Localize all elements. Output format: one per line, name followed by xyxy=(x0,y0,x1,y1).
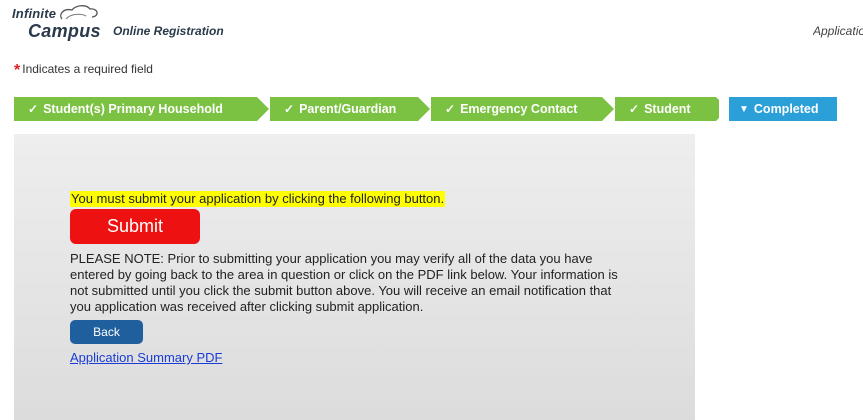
back-button[interactable]: Back xyxy=(70,320,143,344)
logo-text-bottom: Campus xyxy=(28,21,101,41)
please-note-text: PLEASE NOTE: Prior to submitting your ap… xyxy=(70,251,618,314)
header: Infinite Campus Online Registration Appl… xyxy=(0,0,863,48)
step-label: Completed xyxy=(753,102,819,116)
submit-button[interactable]: Submit xyxy=(70,209,200,244)
required-note-text: Indicates a required field xyxy=(22,62,153,76)
step-label: Parent/Guardian xyxy=(299,102,397,116)
triangle-down-icon: ▼ xyxy=(739,103,749,115)
logo-text-top: Infinite xyxy=(12,6,57,21)
application-summary-pdf-link[interactable]: Application Summary PDF xyxy=(70,350,222,365)
check-icon: ✓ xyxy=(629,102,640,116)
check-icon: ✓ xyxy=(28,102,39,116)
page-title: Online Registration xyxy=(113,24,224,38)
step-student-primary-household[interactable]: ✓ Student(s) Primary Household xyxy=(14,97,257,121)
step-arrow xyxy=(257,97,269,121)
submit-instruction: You must submit your application by clic… xyxy=(70,191,446,207)
check-icon: ✓ xyxy=(284,102,295,116)
step-completed[interactable]: ▼ Completed xyxy=(729,97,837,121)
step-label: Student(s) Primary Household xyxy=(43,102,223,116)
step-label: Emergency Contact xyxy=(460,102,578,116)
submit-panel: You must submit your application by clic… xyxy=(14,134,695,420)
step-parent-guardian[interactable]: ✓ Parent/Guardian xyxy=(270,97,418,121)
step-arrow xyxy=(418,97,430,121)
step-label: Student xyxy=(644,102,691,116)
logo-swoosh-icon xyxy=(60,5,98,20)
header-application-label: Application xyxy=(813,24,863,38)
step-arrow xyxy=(602,97,614,121)
check-icon: ✓ xyxy=(445,102,456,116)
step-emergency-contact[interactable]: ✓ Emergency Contact xyxy=(431,97,602,121)
progress-steps: ✓ Student(s) Primary Household ✓ Parent/… xyxy=(14,97,837,121)
required-field-note: * Indicates a required field xyxy=(14,62,153,80)
required-star-icon: * xyxy=(14,62,21,79)
step-student[interactable]: ✓ Student xyxy=(615,97,716,121)
